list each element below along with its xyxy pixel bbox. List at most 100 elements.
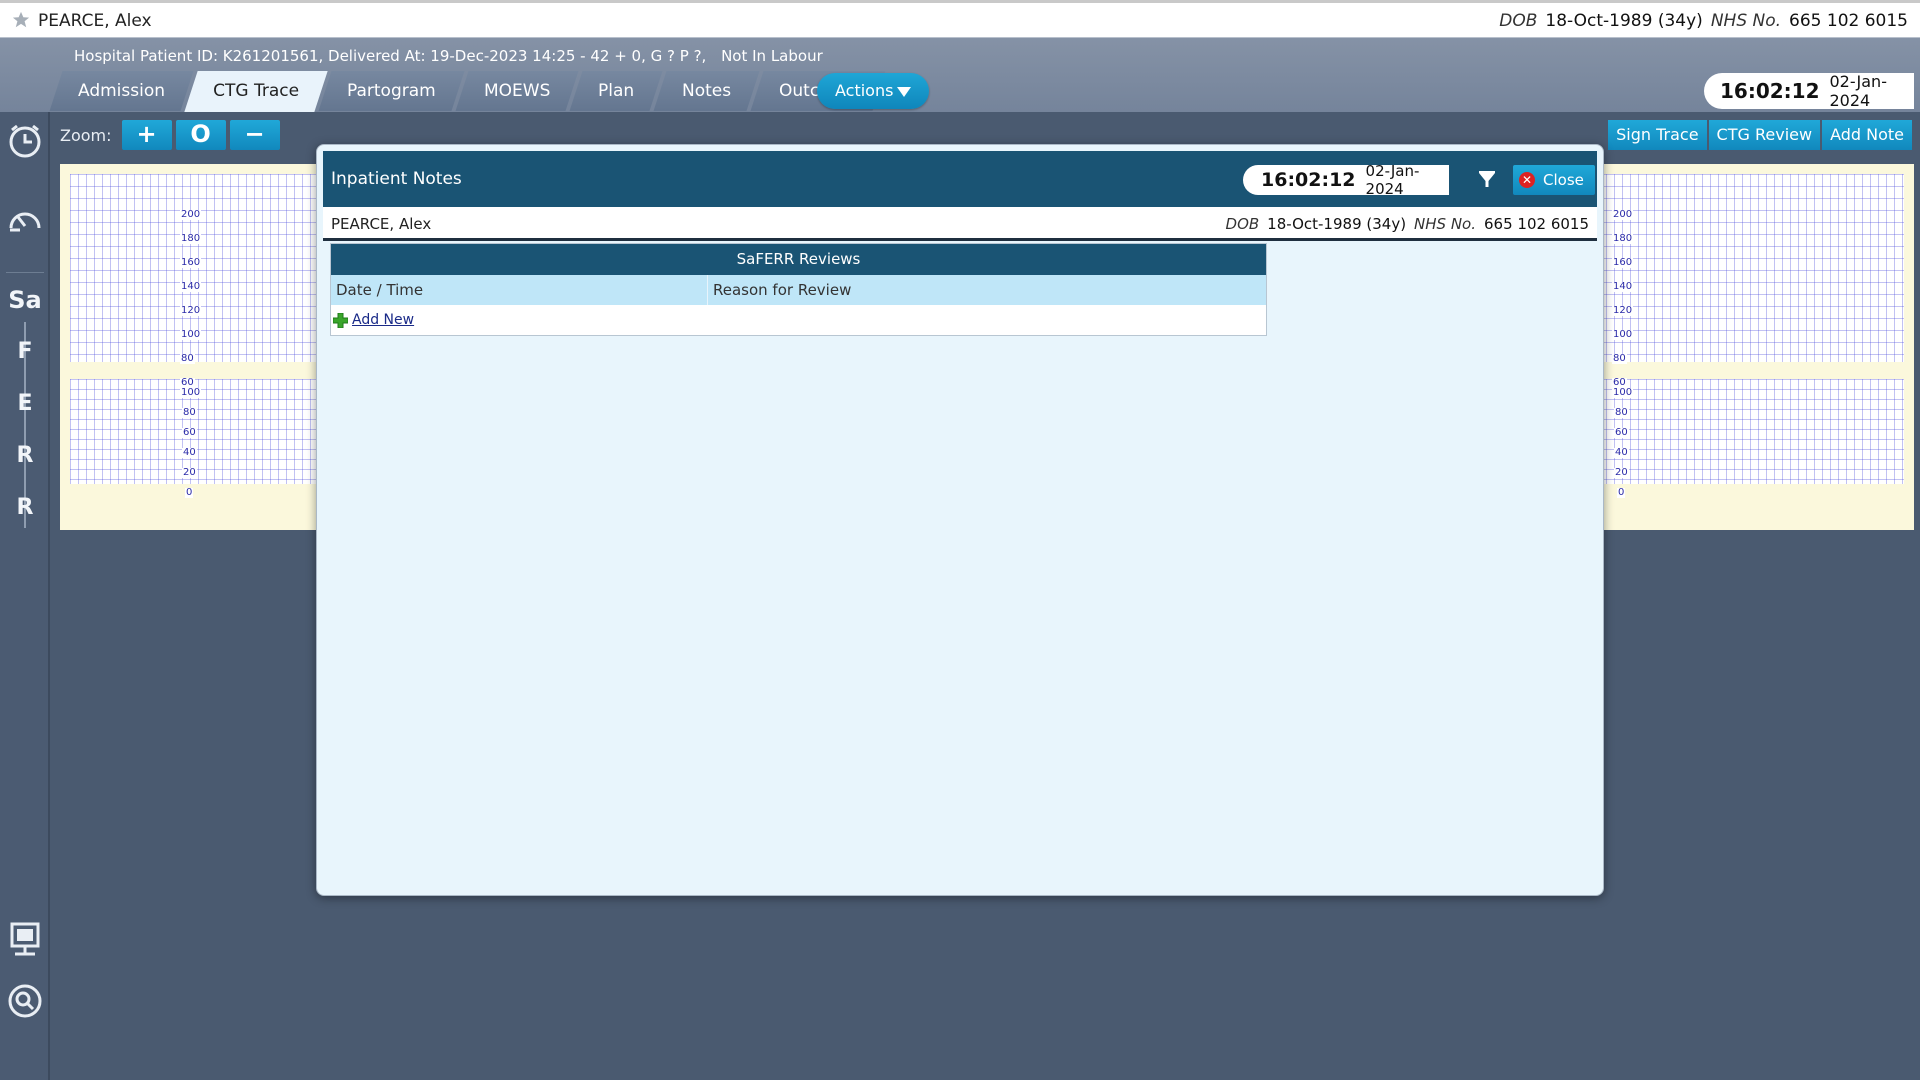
fhr-tick-label: 100 (1612, 329, 1634, 340)
zoom-out-button[interactable]: − (229, 120, 280, 150)
ctg-review-button[interactable]: CTG Review (1708, 120, 1821, 150)
clock-time: 16:02:12 (1720, 79, 1820, 103)
dialog-clock-time: 16:02:12 (1261, 169, 1356, 191)
toco-tick-label: 80 (182, 407, 197, 418)
zoom-in-button[interactable]: + (121, 120, 172, 150)
close-button[interactable]: ✕ Close (1513, 165, 1595, 195)
fhr-tick-label: 180 (1612, 233, 1634, 244)
add-plus-icon[interactable] (332, 312, 349, 328)
toco-tick-label: 40 (1614, 447, 1629, 458)
dialog-header: Inpatient Notes 16:02:12 02-Jan-2024 ✕ C… (323, 151, 1597, 207)
inpatient-notes-dialog: Inpatient Notes 16:02:12 02-Jan-2024 ✕ C… (316, 144, 1604, 896)
saferr-s-letter[interactable]: Sa (8, 280, 42, 320)
sidebar-divider (6, 272, 44, 273)
fhr-tick-label: 120 (180, 305, 202, 316)
left-sidebar: Sa F E R R (0, 112, 50, 1080)
sign-trace-button[interactable]: Sign Trace (1608, 120, 1707, 150)
fhr-tick-label: 100 (180, 329, 202, 340)
tab-label: CTG Trace (213, 81, 300, 101)
dialog-clock-date: 02-Jan-2024 (1365, 162, 1420, 198)
fhr-tick-label: 200 (180, 209, 202, 220)
labour-status: Not In Labour (721, 47, 823, 65)
dialog-patient-banner: PEARCE, Alex DOB 18-Oct-1989 (34y) NHS N… (323, 207, 1597, 241)
saferr-e-letter[interactable]: E (8, 384, 42, 424)
fhr-tick-label: 180 (180, 233, 202, 244)
actions-label: Actions (835, 81, 894, 100)
tab-admission[interactable]: Admission (49, 71, 194, 111)
table-header-row: Date / Time Reason for Review (331, 275, 1266, 305)
saferr-reviews-table: SaFERR Reviews Date / Time Reason for Re… (330, 243, 1267, 336)
saferr-r2-letter[interactable]: R (8, 488, 42, 528)
dialog-clock: 16:02:12 02-Jan-2024 (1243, 162, 1449, 198)
dialog-patient-identifiers: DOB 18-Oct-1989 (34y) NHS No. 665 102 60… (1226, 215, 1589, 233)
toco-tick-label: 100 (1612, 387, 1634, 398)
dialog-dob-value: 18-Oct-1989 (34y) (1267, 215, 1407, 233)
dialog-nhs-value: 665 102 6015 (1484, 215, 1589, 233)
patient-name: PEARCE, Alex (38, 11, 152, 31)
toco-tick-label: 60 (182, 427, 197, 438)
header-clock: 16:02:12 02-Jan-2024 (1704, 72, 1914, 110)
gauge-icon[interactable] (6, 202, 44, 240)
favourite-star-icon[interactable] (12, 11, 32, 31)
toco-tick-label: 100 (180, 387, 202, 398)
toco-tick-label: 20 (1614, 467, 1629, 478)
dialog-title: Inpatient Notes (331, 169, 462, 189)
fhr-tick-label: 120 (1612, 305, 1634, 316)
filter-icon[interactable] (1478, 171, 1496, 189)
tab-moews[interactable]: MOEWS (455, 71, 579, 111)
close-icon: ✕ (1519, 172, 1535, 188)
clock-date: 02-Jan-2024 (1829, 72, 1887, 110)
tab-bar: Admission CTG Trace Partogram MOEWS Plan… (49, 71, 886, 112)
tab-ctg-trace[interactable]: CTG Trace (184, 71, 328, 112)
dialog-dob-label: DOB (1225, 215, 1260, 233)
patient-name-block: PEARCE, Alex (12, 11, 152, 31)
table-title: SaFERR Reviews (331, 244, 1266, 275)
add-note-button[interactable]: Add Note (1822, 120, 1912, 150)
tab-plan[interactable]: Plan (569, 71, 663, 111)
dob-label: DOB (1499, 11, 1538, 31)
toco-tick-label: 20 (182, 467, 197, 478)
toco-tick-label: 80 (1614, 407, 1629, 418)
saferr-r-letter[interactable]: R (8, 436, 42, 476)
admission-info: Hospital Patient ID: K261201561, Deliver… (74, 47, 833, 65)
dialog-patient-name: PEARCE, Alex (331, 215, 432, 233)
zoom-controls: Zoom: + O − (60, 120, 280, 150)
search-icon[interactable] (6, 982, 44, 1020)
fhr-tick-label: 80 (180, 353, 195, 364)
trace-toolbar: Sign Trace CTG Review Add Note (1608, 120, 1912, 150)
zoom-label: Zoom: (60, 125, 112, 145)
close-label: Close (1543, 171, 1584, 189)
patient-identifiers: DOB 18-Oct-1989 (34y) NHS No. 665 102 60… (1499, 11, 1908, 31)
patient-banner: PEARCE, Alex DOB 18-Oct-1989 (34y) NHS N… (0, 0, 1920, 38)
add-new-link[interactable]: Add New (352, 312, 414, 328)
tab-notes[interactable]: Notes (653, 71, 760, 111)
clock-icon[interactable] (6, 122, 44, 160)
dob-value: 18-Oct-1989 (34y) (1545, 11, 1703, 31)
toco-tick-label: 0 (185, 487, 194, 498)
tab-label: MOEWS (483, 81, 551, 101)
chevron-down-icon (897, 87, 911, 97)
fhr-tick-label: 160 (180, 257, 202, 268)
record-header: Hospital Patient ID: K261201561, Deliver… (0, 38, 1920, 112)
tab-label: Admission (78, 81, 166, 101)
add-new-row: Add New (331, 305, 1266, 335)
actions-dropdown-button[interactable]: Actions (817, 73, 929, 109)
saferr-f-letter[interactable]: F (8, 332, 42, 372)
fhr-tick-label: 140 (180, 281, 202, 292)
fhr-tick-label: 200 (1612, 209, 1634, 220)
zoom-reset-button[interactable]: O (175, 120, 226, 150)
toco-tick-label: 40 (182, 447, 197, 458)
fhr-tick-label: 160 (1612, 257, 1634, 268)
tab-label: Partogram (346, 81, 436, 101)
admission-details: Hospital Patient ID: K261201561, Deliver… (74, 47, 707, 65)
monitor-icon[interactable] (6, 920, 44, 958)
tab-partogram[interactable]: Partogram (318, 71, 465, 111)
nhs-label: NHS No. (1710, 11, 1782, 31)
column-header-date-time[interactable]: Date / Time (331, 275, 708, 305)
fhr-tick-label: 140 (1612, 281, 1634, 292)
toco-tick-label: 60 (1614, 427, 1629, 438)
tab-label: Notes (682, 81, 732, 101)
nhs-value: 665 102 6015 (1789, 11, 1908, 31)
dialog-nhs-label: NHS No. (1414, 215, 1477, 233)
column-header-reason[interactable]: Reason for Review (708, 275, 851, 305)
